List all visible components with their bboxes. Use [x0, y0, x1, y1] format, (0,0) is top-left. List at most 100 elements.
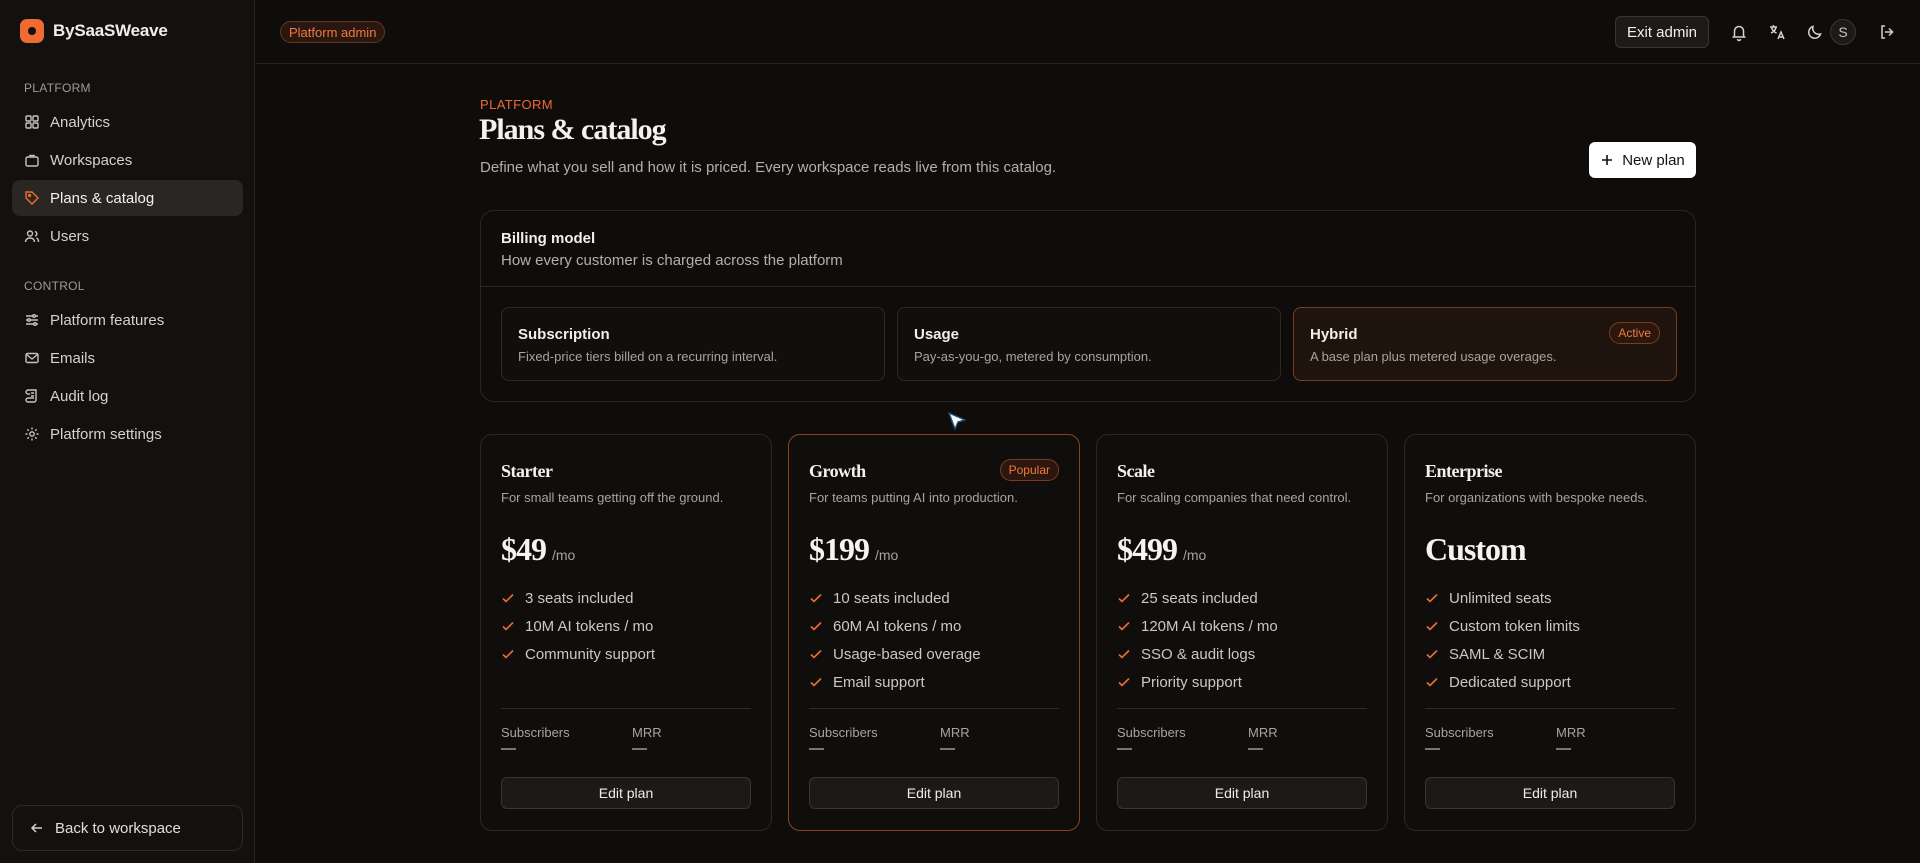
briefcase-icon	[25, 154, 39, 167]
mrr-value: —	[940, 740, 955, 757]
page-eyebrow: PLATFORM	[480, 97, 554, 112]
divider	[809, 708, 1059, 709]
back-to-workspace-button[interactable]: Back to workspace	[12, 805, 243, 851]
plus-icon	[1602, 155, 1613, 165]
feature-item: 25 seats included	[1117, 584, 1278, 612]
translate-icon[interactable]	[1767, 22, 1787, 42]
feature-item: 3 seats included	[501, 584, 655, 612]
mrr-label: MRR	[1248, 725, 1278, 740]
new-plan-button[interactable]: New plan	[1589, 142, 1696, 178]
plan-period: /mo	[875, 547, 899, 563]
check-icon	[1118, 649, 1130, 659]
sidebar-item-label: Platform settings	[50, 425, 162, 443]
plan-price: $199	[809, 531, 870, 567]
logout-icon[interactable]	[1877, 22, 1897, 42]
feature-item: 10 seats included	[809, 584, 981, 612]
brand-name: BySaaSWeave	[53, 21, 168, 40]
sidebar-item-platform-settings[interactable]: Platform settings	[12, 416, 243, 452]
billing-model-title: Billing model	[501, 230, 596, 247]
sidebar-item-plans-catalog[interactable]: Plans & catalog	[12, 180, 243, 216]
edit-plan-button[interactable]: Edit plan	[1425, 777, 1675, 809]
brand[interactable]: BySaaSWeave	[20, 19, 168, 43]
sidebar-item-emails[interactable]: Emails	[12, 340, 243, 376]
feature-item: Custom token limits	[1425, 612, 1580, 640]
check-icon	[1426, 649, 1438, 659]
plan-name: Growth	[809, 461, 866, 481]
moon-icon[interactable]	[1805, 22, 1825, 42]
feature-label: Unlimited seats	[1449, 589, 1552, 607]
divider	[1425, 708, 1675, 709]
platform-admin-badge: Platform admin	[280, 21, 386, 43]
sidebar-item-audit-log[interactable]: Audit log	[12, 378, 243, 414]
edit-plan-button[interactable]: Edit plan	[1117, 777, 1367, 809]
sidebar-item-label: Audit log	[50, 387, 109, 405]
sidebar-item-label: Plans & catalog	[50, 189, 155, 207]
section-label-platform: PLATFORM	[24, 81, 91, 95]
divider	[1117, 708, 1367, 709]
mrr-label: MRR	[940, 725, 970, 740]
feature-item: Priority support	[1117, 668, 1278, 696]
plan-name: Enterprise	[1425, 461, 1502, 481]
sidebar-item-workspaces[interactable]: Workspaces	[12, 142, 243, 178]
subscribers-label: Subscribers	[501, 725, 570, 740]
sidebar-item-platform-features[interactable]: Platform features	[12, 302, 243, 338]
grid-icon	[25, 115, 39, 129]
plan-description: For scaling companies that need control.	[1117, 490, 1352, 505]
feature-label: SSO & audit logs	[1141, 645, 1256, 663]
billing-option-name: Hybrid	[1310, 326, 1358, 343]
price-row: Custom	[1425, 531, 1527, 568]
scroll-icon	[25, 389, 37, 403]
price-row: $199 /mo	[809, 531, 898, 568]
popular-badge: Popular	[999, 459, 1059, 481]
feature-label: Email support	[833, 673, 925, 691]
feature-label: 10M AI tokens / mo	[525, 617, 654, 635]
subscribers-value: —	[1117, 740, 1132, 757]
plan-card-enterprise: Enterprise For organizations with bespok…	[1404, 434, 1696, 831]
subscribers-label: Subscribers	[1425, 725, 1494, 740]
feature-item: SSO & audit logs	[1117, 640, 1278, 668]
plan-period: /mo	[1183, 547, 1207, 563]
sidebar-item-label: Analytics	[50, 113, 111, 131]
mrr-value: —	[632, 740, 647, 757]
edit-plan-button[interactable]: Edit plan	[809, 777, 1059, 809]
mrr-label: MRR	[1556, 725, 1586, 740]
plan-card-scale: Scale For scaling companies that need co…	[1096, 434, 1388, 831]
sidebar-item-analytics[interactable]: Analytics	[12, 104, 243, 140]
feature-item: Usage-based overage	[809, 640, 981, 668]
feature-label: Custom token limits	[1449, 617, 1580, 635]
sidebar-item-label: Workspaces	[50, 151, 133, 169]
bell-icon[interactable]	[1729, 22, 1749, 42]
sidebar-item-label: Platform features	[50, 311, 165, 329]
feature-label: 60M AI tokens / mo	[833, 617, 962, 635]
check-icon	[502, 649, 514, 659]
check-icon	[502, 593, 514, 603]
sidebar-item-users[interactable]: Users	[12, 218, 243, 254]
topbar: Platform admin Exit admin S	[256, 0, 1920, 64]
plan-name: Starter	[501, 461, 553, 481]
mouse-cursor-icon	[948, 412, 966, 430]
mrr-value: —	[1248, 740, 1263, 757]
plan-card-growth: Growth Popular For teams putting AI into…	[788, 434, 1080, 831]
price-row: $499 /mo	[1117, 531, 1206, 568]
billing-option-usage[interactable]: Usage Pay-as-you-go, metered by consumpt…	[897, 307, 1281, 381]
plan-card-starter: Starter For small teams getting off the …	[480, 434, 772, 831]
subscribers-value: —	[1425, 740, 1440, 757]
billing-model-panel: Billing model How every customer is char…	[480, 210, 1696, 402]
new-plan-label: New plan	[1622, 151, 1685, 169]
billing-option-name: Usage	[914, 326, 960, 343]
check-icon	[810, 621, 822, 631]
sidebar: BySaaSWeave PLATFORM Analytics Workspace…	[0, 0, 255, 863]
feature-item: Community support	[501, 640, 655, 668]
sidebar-item-label: Emails	[50, 349, 96, 367]
avatar[interactable]: S	[1830, 19, 1856, 45]
check-icon	[1118, 677, 1130, 687]
subscribers-label: Subscribers	[809, 725, 878, 740]
feature-item: 60M AI tokens / mo	[809, 612, 981, 640]
feature-item: 120M AI tokens / mo	[1117, 612, 1278, 640]
active-badge: Active	[1609, 322, 1660, 344]
edit-plan-button[interactable]: Edit plan	[501, 777, 751, 809]
billing-option-subscription[interactable]: Subscription Fixed-price tiers billed on…	[501, 307, 885, 381]
billing-option-hybrid[interactable]: Hybrid A base plan plus metered usage ov…	[1293, 307, 1677, 381]
exit-admin-button[interactable]: Exit admin	[1615, 16, 1710, 48]
plan-name: Scale	[1117, 461, 1155, 481]
